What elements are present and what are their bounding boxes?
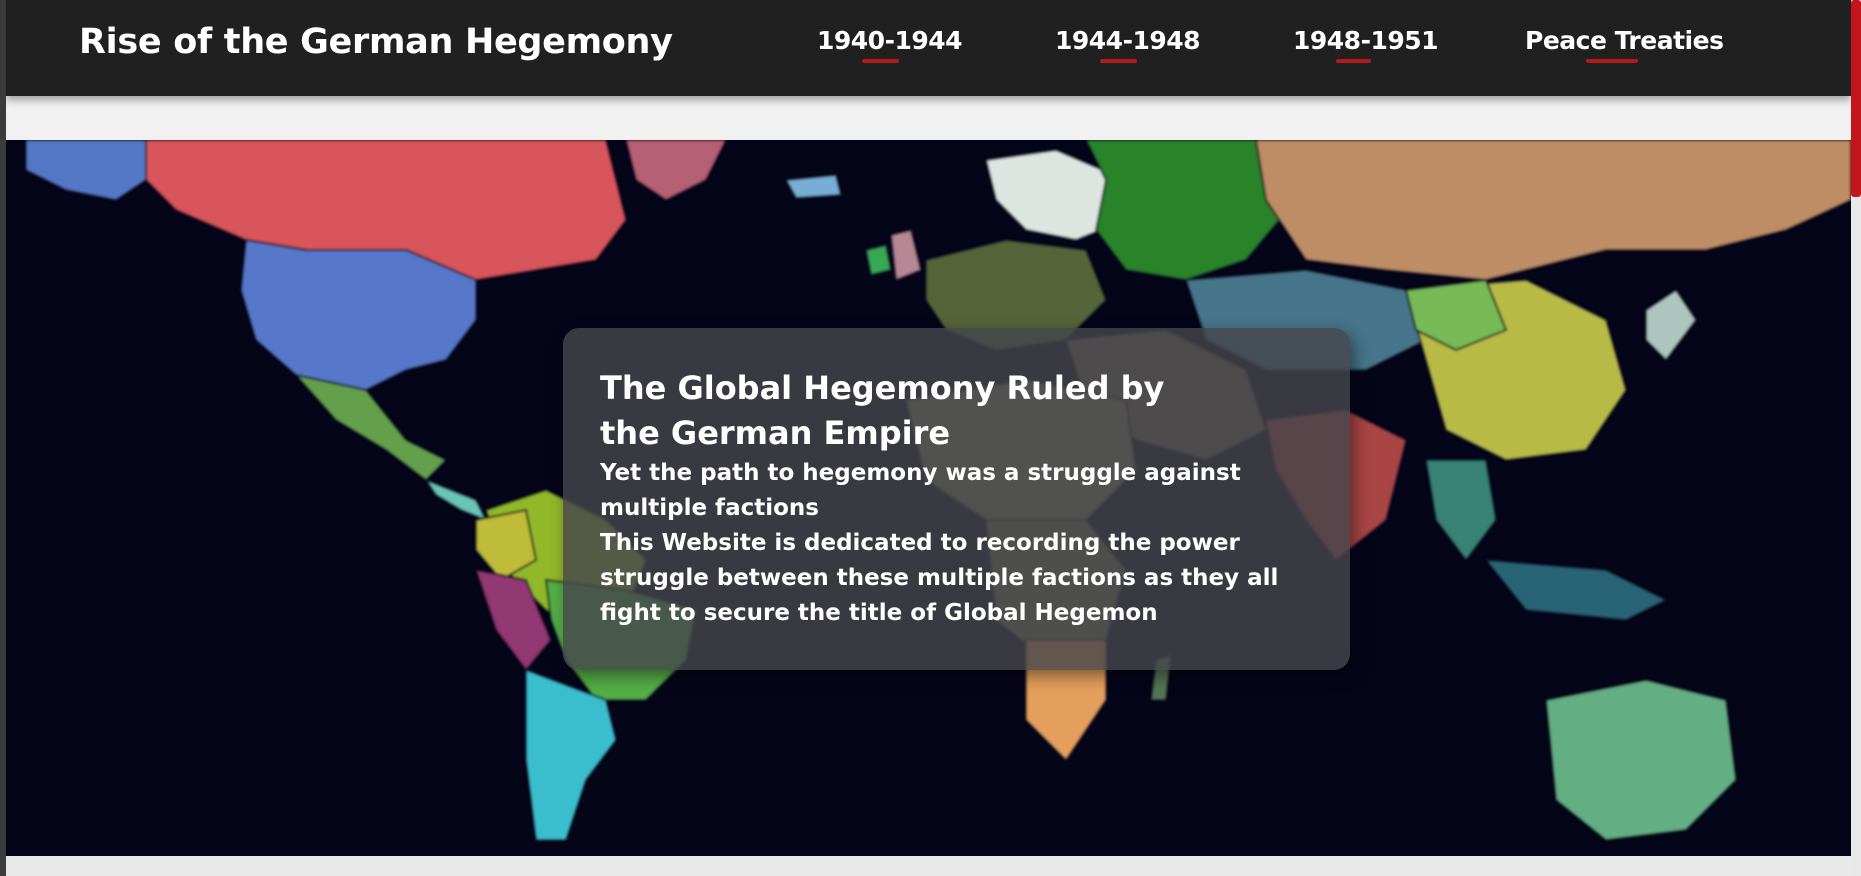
nav-link-peace-treaties[interactable]: Peace Treaties: [1525, 26, 1724, 55]
hero-card: The Global Hegemony Ruled by the German …: [563, 328, 1350, 670]
scrollbar-thumb[interactable]: [1851, 0, 1861, 197]
scrollbar[interactable]: [1851, 0, 1861, 876]
bottom-strip: [6, 856, 1851, 876]
nav-link-1940-1944[interactable]: 1940-1944: [817, 26, 963, 55]
site-header: Rise of the German Hegemony 1940-1944 19…: [6, 0, 1851, 96]
hero-body: Yet the path to hegemony was a struggle …: [600, 456, 1320, 631]
hero-paragraph: Yet the path to hegemony was a struggle …: [600, 460, 1241, 521]
nav-link-1944-1948[interactable]: 1944-1948: [1055, 26, 1201, 55]
nav-underline: [1586, 59, 1638, 63]
hero-banner: The Global Hegemony Ruled by the German …: [6, 140, 1851, 856]
nav-underline: [862, 59, 899, 63]
browser-frame: Rise of the German Hegemony 1940-1944 19…: [0, 0, 1861, 876]
hero-paragraph: This Website is dedicated to recording t…: [600, 530, 1279, 626]
hero-heading: The Global Hegemony Ruled by the German …: [600, 369, 1165, 452]
nav-link-1948-1951[interactable]: 1948-1951: [1293, 26, 1439, 55]
web-page: Rise of the German Hegemony 1940-1944 19…: [6, 0, 1851, 876]
spacer-strip: [6, 96, 1851, 140]
site-title[interactable]: Rise of the German Hegemony: [79, 22, 673, 62]
nav-underline: [1100, 59, 1137, 63]
nav-underline: [1336, 59, 1371, 63]
